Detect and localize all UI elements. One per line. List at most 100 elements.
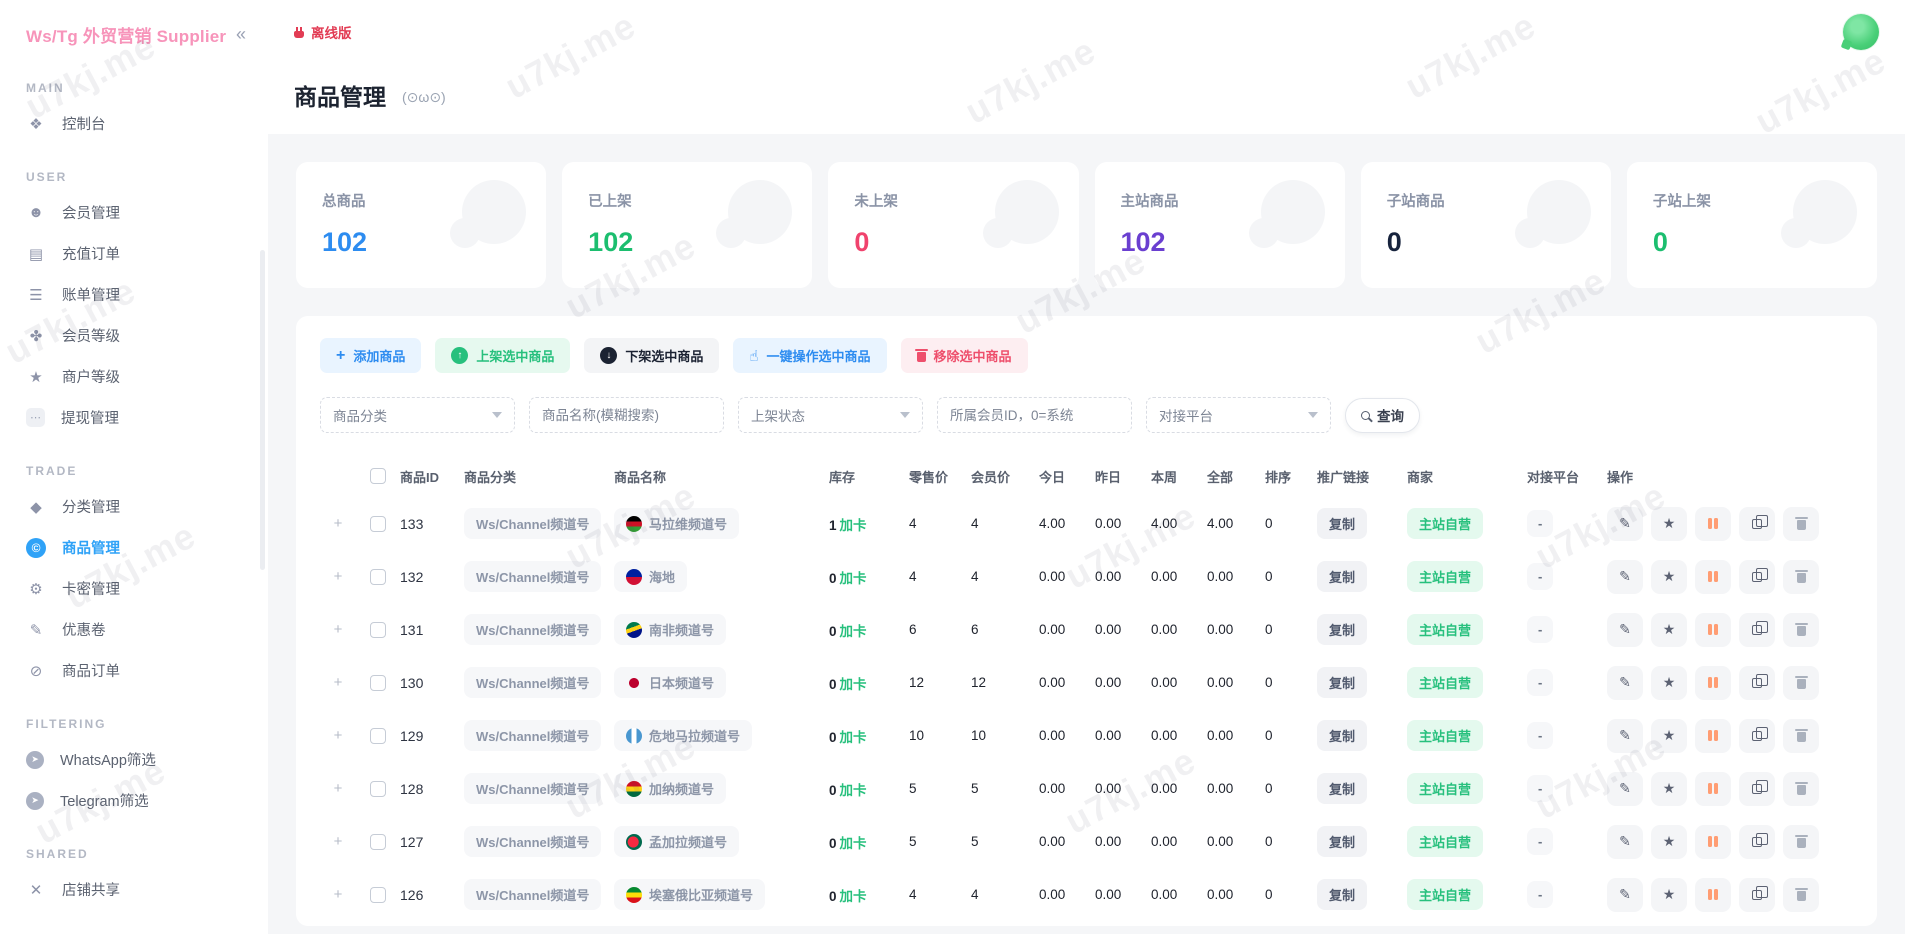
edit-button[interactable]: ✎ xyxy=(1607,877,1643,912)
copy-product-button[interactable] xyxy=(1739,559,1775,594)
sidebar-item-console[interactable]: ❖ 控制台 xyxy=(26,103,268,144)
favorite-button[interactable]: ★ xyxy=(1651,612,1687,647)
row-checkbox[interactable] xyxy=(370,674,386,691)
add-card-link[interactable]: 加卡 xyxy=(840,889,867,904)
add-card-link[interactable]: 加卡 xyxy=(840,730,867,745)
sidebar-item-coupons[interactable]: ✎ 优惠卷 xyxy=(26,609,268,650)
add-card-link[interactable]: 加卡 xyxy=(840,677,867,692)
pause-button[interactable] xyxy=(1695,718,1731,753)
row-expander[interactable]: + xyxy=(320,674,356,691)
copy-product-button[interactable] xyxy=(1739,824,1775,859)
row-checkbox[interactable] xyxy=(370,780,386,797)
copy-product-button[interactable] xyxy=(1739,877,1775,912)
row-expander[interactable]: + xyxy=(320,780,356,797)
remove-selected-button[interactable]: 移除选中商品 xyxy=(900,338,1028,373)
sidebar-item-products[interactable]: © 商品管理 xyxy=(26,527,268,568)
delete-button[interactable] xyxy=(1783,559,1819,594)
copy-promo-link-button[interactable]: 复制 xyxy=(1317,667,1368,698)
favorite-button[interactable]: ★ xyxy=(1651,824,1687,859)
row-expander[interactable]: + xyxy=(320,515,356,532)
bulk-action-button[interactable]: ☝ 一键操作选中商品 xyxy=(733,338,887,373)
status-filter-select[interactable]: 上架状态 xyxy=(738,397,923,433)
copy-promo-link-button[interactable]: 复制 xyxy=(1317,614,1368,645)
sidebar-item-categories[interactable]: ◆ 分类管理 xyxy=(26,486,268,527)
pause-button[interactable] xyxy=(1695,612,1731,647)
sidebar-item-members[interactable]: ☻ 会员管理 xyxy=(26,192,268,233)
edit-button[interactable]: ✎ xyxy=(1607,771,1643,806)
platform-filter-select[interactable]: 对接平台 xyxy=(1146,397,1331,433)
member-id-filter-input[interactable] xyxy=(937,397,1132,433)
add-card-link[interactable]: 加卡 xyxy=(840,783,867,798)
category-filter-select[interactable]: 商品分类 xyxy=(320,397,515,433)
copy-promo-link-button[interactable]: 复制 xyxy=(1317,773,1368,804)
row-expander[interactable]: + xyxy=(320,621,356,638)
add-card-link[interactable]: 加卡 xyxy=(840,624,867,639)
pause-button[interactable] xyxy=(1695,559,1731,594)
pause-button[interactable] xyxy=(1695,771,1731,806)
edit-button[interactable]: ✎ xyxy=(1607,665,1643,700)
copy-product-button[interactable] xyxy=(1739,718,1775,753)
delete-button[interactable] xyxy=(1783,877,1819,912)
copy-product-button[interactable] xyxy=(1739,665,1775,700)
favorite-button[interactable]: ★ xyxy=(1651,877,1687,912)
search-button[interactable]: 查询 xyxy=(1345,397,1420,433)
delete-button[interactable] xyxy=(1783,665,1819,700)
sidebar-item-shop-sharing[interactable]: ✕ 店铺共享 xyxy=(26,869,268,910)
add-card-link[interactable]: 加卡 xyxy=(840,571,867,586)
copy-promo-link-button[interactable]: 复制 xyxy=(1317,508,1368,539)
delete-button[interactable] xyxy=(1783,771,1819,806)
delete-button[interactable] xyxy=(1783,612,1819,647)
row-expander[interactable]: + xyxy=(320,886,356,903)
sidebar-item-whatsapp-filter[interactable]: ➤ WhatsApp筛选 xyxy=(26,739,268,780)
sidebar-item-merchant-levels[interactable]: ★ 商户等级 xyxy=(26,356,268,397)
user-avatar[interactable] xyxy=(1843,14,1879,50)
row-expander[interactable]: + xyxy=(320,568,356,585)
edit-button[interactable]: ✎ xyxy=(1607,559,1643,594)
add-product-button[interactable]: + 添加商品 xyxy=(320,338,422,373)
product-name-filter-input[interactable] xyxy=(529,397,724,433)
delete-button[interactable] xyxy=(1783,824,1819,859)
sidebar-collapse-icon[interactable]: « xyxy=(236,24,246,45)
add-card-link[interactable]: 加卡 xyxy=(840,518,867,533)
copy-promo-link-button[interactable]: 复制 xyxy=(1317,826,1368,857)
pause-button[interactable] xyxy=(1695,506,1731,541)
sidebar-item-withdrawals[interactable]: ⋯ 提现管理 xyxy=(26,397,268,438)
copy-product-button[interactable] xyxy=(1739,506,1775,541)
pause-button[interactable] xyxy=(1695,665,1731,700)
row-checkbox[interactable] xyxy=(370,515,386,532)
edit-button[interactable]: ✎ xyxy=(1607,506,1643,541)
sidebar-scrollbar[interactable] xyxy=(260,250,265,570)
favorite-button[interactable]: ★ xyxy=(1651,506,1687,541)
row-checkbox[interactable] xyxy=(370,727,386,744)
row-checkbox[interactable] xyxy=(370,621,386,638)
offline-badge[interactable]: 离线版 xyxy=(294,22,352,42)
favorite-button[interactable]: ★ xyxy=(1651,559,1687,594)
edit-button[interactable]: ✎ xyxy=(1607,612,1643,647)
copy-promo-link-button[interactable]: 复制 xyxy=(1317,720,1368,751)
favorite-button[interactable]: ★ xyxy=(1651,665,1687,700)
copy-product-button[interactable] xyxy=(1739,612,1775,647)
sidebar-item-member-levels[interactable]: ✤ 会员等级 xyxy=(26,315,268,356)
row-checkbox[interactable] xyxy=(370,833,386,850)
row-checkbox[interactable] xyxy=(370,886,386,903)
row-checkbox[interactable] xyxy=(370,568,386,585)
sidebar-item-bills[interactable]: ☰ 账单管理 xyxy=(26,274,268,315)
delete-button[interactable] xyxy=(1783,718,1819,753)
copy-product-button[interactable] xyxy=(1739,771,1775,806)
pause-button[interactable] xyxy=(1695,824,1731,859)
pause-button[interactable] xyxy=(1695,877,1731,912)
copy-promo-link-button[interactable]: 复制 xyxy=(1317,879,1368,910)
sidebar-item-telegram-filter[interactable]: ➤ Telegram筛选 xyxy=(26,780,268,821)
sidebar-item-product-orders[interactable]: ⊘ 商品订单 xyxy=(26,650,268,691)
sidebar-item-card-keys[interactable]: ⚙ 卡密管理 xyxy=(26,568,268,609)
list-selected-button[interactable]: ↑ 上架选中商品 xyxy=(435,338,571,373)
edit-button[interactable]: ✎ xyxy=(1607,718,1643,753)
edit-button[interactable]: ✎ xyxy=(1607,824,1643,859)
add-card-link[interactable]: 加卡 xyxy=(840,836,867,851)
unlist-selected-button[interactable]: ↓ 下架选中商品 xyxy=(584,338,720,373)
favorite-button[interactable]: ★ xyxy=(1651,718,1687,753)
delete-button[interactable] xyxy=(1783,506,1819,541)
row-expander[interactable]: + xyxy=(320,727,356,744)
favorite-button[interactable]: ★ xyxy=(1651,771,1687,806)
select-all-checkbox[interactable] xyxy=(370,468,386,484)
